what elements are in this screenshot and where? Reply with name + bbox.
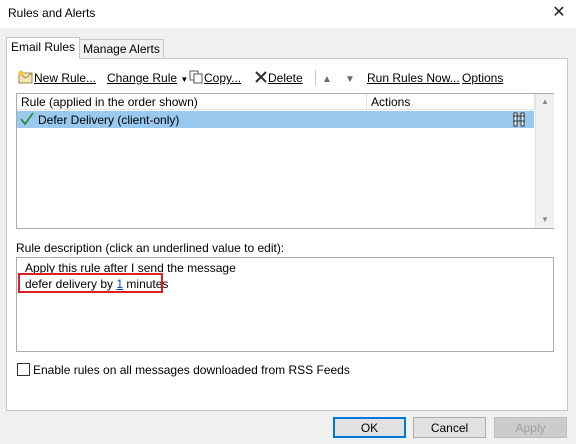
checkmark-icon	[20, 112, 34, 126]
copy-icon	[189, 70, 204, 88]
rules-list[interactable]: Rule (applied in the order shown) Action…	[16, 93, 554, 229]
rules-list-scrollbar[interactable]: ▲ ▼	[535, 94, 554, 228]
actions-column-header[interactable]: Actions	[367, 94, 535, 110]
move-down-button[interactable]: ▼	[345, 70, 355, 86]
run-rules-now-button[interactable]: Run Rules Now...	[367, 70, 460, 86]
ok-button-label: OK	[360, 421, 379, 435]
apply-button[interactable]: Apply	[494, 417, 567, 438]
apply-button-label: Apply	[515, 421, 546, 435]
scroll-up-icon[interactable]: ▲	[536, 94, 554, 110]
new-rule-label: New Rule...	[34, 71, 97, 86]
tab-manage-alerts-label: Manage Alerts	[83, 42, 160, 56]
toolbar-separator	[315, 70, 316, 86]
rule-enabled-checkbox[interactable]	[20, 112, 34, 129]
highlight-annotation-box	[18, 273, 163, 293]
new-rule-button[interactable]: New Rule...	[18, 70, 96, 86]
move-up-button[interactable]: ▲	[322, 70, 332, 86]
delete-label: Delete	[268, 71, 303, 86]
rss-rules-checkbox[interactable]	[17, 363, 30, 376]
copy-button[interactable]: Copy...	[189, 70, 241, 86]
options-label: Options	[462, 71, 504, 85]
rule-column-header[interactable]: Rule (applied in the order shown)	[17, 94, 367, 110]
arrow-up-icon: ▲	[322, 74, 332, 85]
tab-manage-alerts[interactable]: Manage Alerts	[79, 39, 164, 59]
rule-action-icon	[512, 112, 528, 130]
change-rule-button[interactable]: Change Rule ▼	[107, 70, 188, 86]
arrow-down-icon: ▼	[345, 74, 355, 85]
new-rule-icon	[18, 70, 34, 88]
copy-label: Copy...	[204, 71, 242, 86]
rss-rules-checkbox-label[interactable]: Enable rules on all messages downloaded …	[33, 363, 350, 377]
tab-email-rules-label: Email Rules	[10, 40, 76, 54]
run-rules-now-label: Run Rules Now...	[367, 71, 460, 85]
rule-description-label: Rule description (click an underlined va…	[16, 241, 285, 255]
options-button[interactable]: Options	[462, 70, 503, 86]
change-rule-label: Change Rule	[107, 71, 178, 85]
close-icon[interactable]: ✕	[548, 2, 570, 24]
rule-column-header-label: Rule (applied in the order shown)	[21, 95, 198, 109]
title-bar: Rules and Alerts ✕	[0, 0, 576, 28]
actions-column-header-label: Actions	[371, 95, 411, 109]
delete-icon	[254, 70, 268, 88]
chevron-down-icon: ▼	[180, 75, 189, 84]
delete-button[interactable]: Delete	[254, 70, 303, 86]
rule-row[interactable]: Defer Delivery (client-only)	[17, 111, 534, 128]
tab-email-rules[interactable]: Email Rules	[6, 37, 80, 59]
rule-name: Defer Delivery (client-only)	[38, 113, 180, 127]
cancel-button[interactable]: Cancel	[413, 417, 486, 438]
cancel-button-label: Cancel	[430, 421, 469, 435]
scroll-down-icon[interactable]: ▼	[536, 212, 554, 228]
ok-button[interactable]: OK	[333, 417, 406, 438]
window-title: Rules and Alerts	[8, 6, 96, 20]
rule-description-box: Apply this rule after I send the message…	[16, 257, 554, 352]
